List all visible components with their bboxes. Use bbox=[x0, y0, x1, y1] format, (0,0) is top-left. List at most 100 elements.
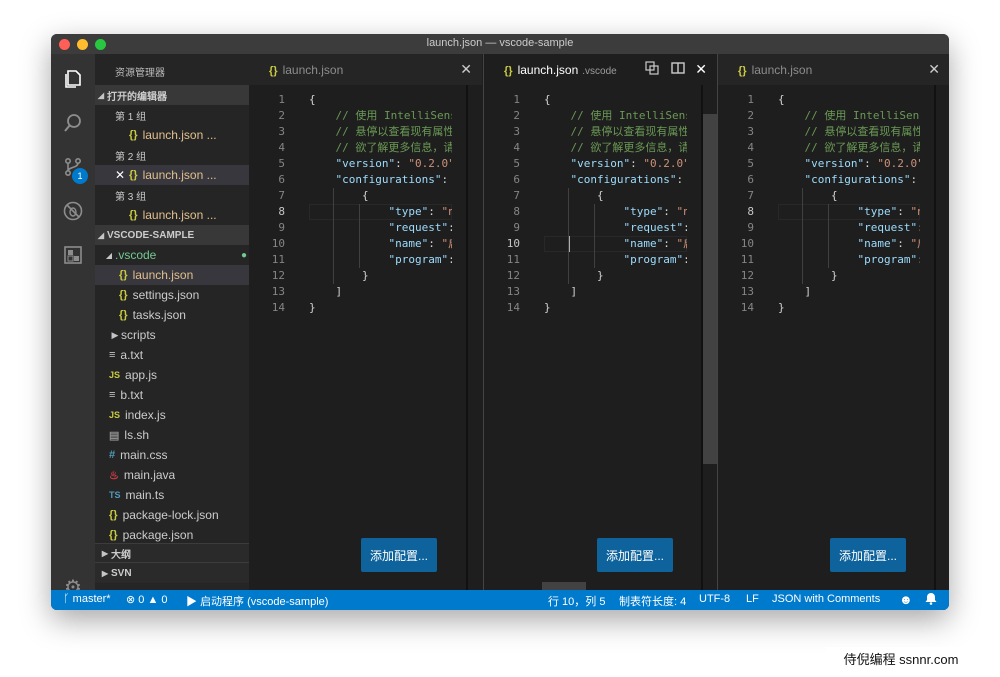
file-item[interactable]: ▤ ls.sh bbox=[95, 425, 249, 445]
search-icon[interactable] bbox=[58, 108, 88, 138]
folder-vscode[interactable]: ◢ .vscode ● bbox=[95, 245, 249, 265]
code-text: "type": "n bbox=[388, 205, 455, 218]
minimap[interactable] bbox=[452, 85, 482, 590]
code-editor[interactable]: 1{2 // 使用 IntelliSense 3 // 悬停以查看现有属性 4 //… bbox=[249, 85, 482, 590]
minimap-slider[interactable] bbox=[934, 85, 936, 590]
launch-indicator[interactable]: ▶ 启动程序 (vscode-sample) bbox=[186, 593, 328, 609]
code-editor[interactable]: 1{2 // 使用 IntelliSense 3 // 悬停以查看现有属性 4 //… bbox=[718, 85, 949, 590]
line-number: 13 bbox=[740, 285, 754, 298]
file-item[interactable]: TS main.ts bbox=[95, 485, 249, 505]
code-text: "configurations": bbox=[804, 173, 918, 186]
cursor-position[interactable]: 行 10，列 5 bbox=[548, 593, 605, 609]
workspace-section[interactable]: ◢ VSCODE-SAMPLE bbox=[95, 225, 249, 245]
file-item[interactable]: JS index.js bbox=[95, 405, 249, 425]
code-editor[interactable]: 1{2 // 使用 IntelliSense 3 // 悬停以查看现有属性 4 //… bbox=[484, 85, 717, 590]
file-item[interactable]: {} package.json bbox=[95, 525, 249, 545]
explorer-sidebar: 资源管理器 ◢ 打开的编辑器 第 1 组 {} launch.json ... … bbox=[95, 54, 249, 590]
branch-indicator[interactable]: ᚴ master* bbox=[63, 593, 111, 605]
file-icon: JS bbox=[109, 370, 121, 380]
line-number: 11 bbox=[271, 253, 285, 266]
line-number: 12 bbox=[506, 269, 520, 282]
code-line: 5 "version": "0.2.0" bbox=[484, 156, 717, 172]
file-icon: ≡ bbox=[109, 349, 116, 361]
line-number: 2 bbox=[513, 109, 520, 122]
close-editor-icon[interactable]: ✕ bbox=[928, 61, 940, 78]
line-ending[interactable]: LF bbox=[746, 593, 759, 605]
file-item-launch[interactable]: {} launch.json U bbox=[95, 265, 249, 285]
file-label: package-lock.json bbox=[122, 508, 219, 522]
tab-label: launch.json bbox=[751, 63, 813, 77]
code-text: "request": bbox=[857, 221, 923, 234]
add-configuration-button[interactable]: 添加配置... bbox=[597, 538, 673, 572]
code-line: 14} bbox=[718, 300, 949, 316]
horizontal-scrollbar[interactable] bbox=[542, 582, 586, 590]
chevron-right-icon: ▶ bbox=[101, 548, 109, 558]
vscode-window: launch.json — vscode-sample 1 ⚙ 资源管理器 ◢ … bbox=[51, 34, 949, 610]
code-text: ] bbox=[544, 285, 578, 298]
code-text: // 悬停以查看现有属性 bbox=[309, 125, 455, 138]
code-line: 1{ bbox=[718, 92, 949, 108]
close-editor-icon[interactable]: ✕ bbox=[460, 61, 472, 78]
open-editor-item[interactable]: {} launch.json ... U bbox=[95, 205, 249, 225]
vertical-scrollbar[interactable] bbox=[703, 114, 717, 464]
folder-scripts[interactable]: ▶ scripts bbox=[95, 325, 249, 345]
bell-icon[interactable] bbox=[925, 592, 937, 608]
open-editors-section[interactable]: ◢ 打开的编辑器 bbox=[95, 85, 249, 105]
editor-tab[interactable]: {} launch.json bbox=[738, 63, 812, 77]
file-icon: {} bbox=[109, 509, 118, 521]
close-icon[interactable]: ✕ bbox=[115, 168, 129, 182]
json-file-icon: {} bbox=[129, 129, 138, 141]
open-editor-item-active[interactable]: ✕ {} launch.json ... U bbox=[95, 165, 249, 185]
split-editor-icon[interactable] bbox=[671, 61, 685, 78]
file-item-settings[interactable]: {} settings.json bbox=[95, 285, 249, 305]
code-text: "name": "启 bbox=[388, 237, 460, 250]
editor-tab-active[interactable]: {} launch.json .vscode bbox=[504, 63, 617, 77]
language-mode[interactable]: JSON with Comments bbox=[772, 593, 880, 605]
line-number: 7 bbox=[513, 189, 520, 202]
line-number: 8 bbox=[278, 205, 285, 218]
file-item[interactable]: ≡ b.txt bbox=[95, 385, 249, 405]
tab-label: launch.json bbox=[517, 63, 579, 77]
code-line: 7 { bbox=[484, 188, 717, 204]
code-text: } bbox=[309, 269, 369, 282]
svn-section[interactable]: ▶ SVN bbox=[95, 562, 249, 583]
open-changes-icon[interactable] bbox=[645, 61, 659, 78]
open-editor-label: launch.json ... bbox=[142, 208, 217, 222]
file-item[interactable]: # main.css bbox=[95, 445, 249, 465]
file-item[interactable]: JS app.js bbox=[95, 365, 249, 385]
code-line: 9 "request": bbox=[718, 220, 949, 236]
tab-path: .vscode bbox=[582, 66, 617, 77]
add-configuration-button[interactable]: 添加配置... bbox=[830, 538, 906, 572]
code-text: } bbox=[778, 301, 785, 314]
minimap[interactable] bbox=[920, 85, 949, 590]
json-file-icon: {} bbox=[738, 65, 747, 77]
tab-size[interactable]: 制表符长度: 4 bbox=[619, 593, 686, 609]
close-editor-icon[interactable]: ✕ bbox=[695, 61, 707, 78]
explorer-icon[interactable] bbox=[58, 64, 88, 94]
debug-icon[interactable] bbox=[58, 196, 88, 226]
outline-section[interactable]: ▶ 大纲 bbox=[95, 543, 249, 562]
extensions-icon[interactable] bbox=[58, 240, 88, 270]
file-item[interactable]: {} package-lock.json bbox=[95, 505, 249, 525]
code-line: 14} bbox=[249, 300, 482, 316]
add-configuration-button[interactable]: 添加配置... bbox=[361, 538, 437, 572]
editor-pane-3: {} launch.json ✕ 1{2 // 使用 IntelliSense 3 … bbox=[717, 54, 949, 590]
file-item[interactable]: ♨ main.java bbox=[95, 465, 249, 485]
editor-tab[interactable]: {} launch.json bbox=[269, 63, 343, 77]
file-label: launch.json bbox=[132, 268, 194, 282]
file-label: ls.sh bbox=[124, 428, 150, 442]
line-number: 1 bbox=[513, 93, 520, 106]
feedback-smiley-icon[interactable]: ☻ bbox=[899, 592, 913, 607]
code-text: { bbox=[544, 93, 551, 106]
file-item-tasks[interactable]: {} tasks.json bbox=[95, 305, 249, 325]
line-number: 6 bbox=[747, 173, 754, 186]
line-number: 1 bbox=[747, 93, 754, 106]
code-text: { bbox=[778, 189, 838, 202]
minimap-slider[interactable] bbox=[466, 85, 468, 590]
file-item[interactable]: ≡ a.txt bbox=[95, 345, 249, 365]
encoding[interactable]: UTF-8 bbox=[699, 593, 730, 605]
problems-indicator[interactable]: ⊗ 0 ▲ 0 bbox=[126, 593, 168, 606]
sidebar-title: 资源管理器 bbox=[115, 68, 165, 79]
modified-dot-icon: ● bbox=[240, 249, 247, 261]
open-editor-item[interactable]: {} launch.json ... U bbox=[95, 125, 249, 145]
